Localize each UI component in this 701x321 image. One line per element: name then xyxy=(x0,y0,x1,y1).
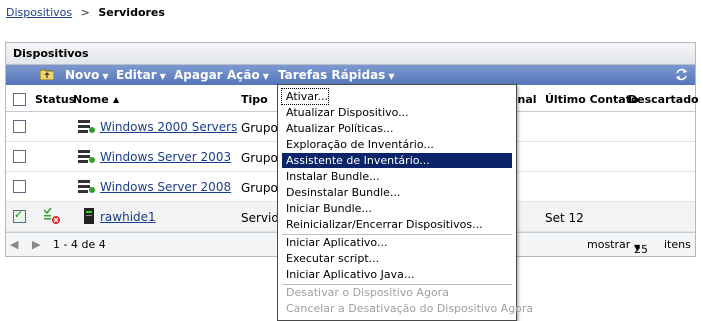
row-type: Grupo xyxy=(241,181,278,195)
row-type: Grupo xyxy=(241,151,278,165)
items-label: itens xyxy=(664,238,691,251)
menu-item-inventory-wizard[interactable]: Assistente de Inventário... xyxy=(282,153,512,168)
row-name-link[interactable]: Windows 2000 Servers xyxy=(100,120,237,134)
edit-label: Editar xyxy=(116,68,157,82)
new-label: Novo xyxy=(65,68,100,82)
folder-up-icon[interactable] xyxy=(40,68,54,80)
row-name-link[interactable]: Windows Server 2008 xyxy=(100,180,231,194)
select-all-checkbox[interactable] xyxy=(13,93,26,106)
breadcrumb-current: Servidores xyxy=(98,6,165,19)
menu-item-uninstall-bundle[interactable]: Desinstalar Bundle... xyxy=(282,185,512,200)
menu-item-reboot-shutdown[interactable]: Reinicializar/Encerrar Dispositivos... xyxy=(282,217,512,232)
menu-item-cancel-deactivation: Cancelar a Desativação do Dispositivo Ag… xyxy=(286,302,534,315)
row-name-link[interactable]: rawhide1 xyxy=(100,210,156,224)
edit-menu-button[interactable]: Editar ▼ xyxy=(116,68,166,82)
action-label: Ação xyxy=(227,68,260,82)
row-checkbox[interactable] xyxy=(13,208,26,223)
delete-button[interactable]: Apagar xyxy=(174,68,223,82)
breadcrumb-devices-link[interactable]: Dispositivos xyxy=(6,6,72,19)
menu-item-update-device[interactable]: Atualizar Dispositivo... xyxy=(282,105,512,120)
row-type: Servid xyxy=(241,211,279,225)
chevron-down-icon: ▼ xyxy=(102,72,109,81)
column-name[interactable]: Nome xyxy=(73,93,109,106)
column-last-contact[interactable]: Último Contato xyxy=(545,93,639,106)
sort-ascending-icon[interactable]: ▲ xyxy=(113,95,119,104)
row-type: Grupo xyxy=(241,121,278,135)
page-size-label: mostrar xyxy=(587,238,631,251)
chevron-down-icon: ▼ xyxy=(634,243,641,252)
first-page-icon[interactable]: ◀ xyxy=(10,238,18,251)
row-checkbox[interactable] xyxy=(13,180,26,193)
quick-tasks-menu: Ativar... Atualizar Dispositivo... Atual… xyxy=(277,84,534,321)
column-type[interactable]: Tipo xyxy=(241,93,268,106)
quick-tasks-label: Tarefas Rápidas xyxy=(278,68,386,82)
action-menu-button[interactable]: Ação ▼ xyxy=(227,68,269,82)
row-checkbox[interactable] xyxy=(13,120,26,133)
column-discarded[interactable]: Descartado xyxy=(628,93,699,106)
refresh-icon[interactable] xyxy=(674,67,689,82)
column-status[interactable]: Status xyxy=(35,93,75,106)
breadcrumb-separator: > xyxy=(80,6,90,19)
breadcrumb: Dispositivos > Servidores xyxy=(6,6,165,19)
server-group-icon xyxy=(78,150,95,163)
chevron-down-icon: ▼ xyxy=(262,72,269,81)
chevron-down-icon: ▼ xyxy=(388,72,395,81)
menu-item-launch-java-app[interactable]: Iniciar Aplicativo Java... xyxy=(282,267,512,282)
status-error-icon xyxy=(43,207,60,224)
row-name-link[interactable]: Windows Server 2003 xyxy=(100,150,231,164)
chevron-down-icon: ▼ xyxy=(159,72,166,81)
new-menu-button[interactable]: Novo ▼ xyxy=(65,68,109,82)
row-last-contact: Set 12 xyxy=(545,211,584,225)
next-page-icon[interactable]: ▶ xyxy=(32,238,40,251)
toolbar: Novo ▼ Editar ▼ Apagar Ação ▼ Tarefas Rápid… xyxy=(6,65,695,85)
panel-title: Dispositivos xyxy=(6,43,695,65)
menu-item-deactivate-now: Desativar o Dispositivo Agora xyxy=(286,286,449,299)
server-group-icon xyxy=(78,180,95,193)
menu-item-update-policies[interactable]: Atualizar Políticas... xyxy=(282,121,512,136)
menu-item-activate[interactable]: Ativar... xyxy=(281,88,329,105)
menu-item-run-script[interactable]: Executar script... xyxy=(282,251,512,266)
menu-item-launch-bundle[interactable]: Iniciar Bundle... xyxy=(282,201,512,216)
quick-tasks-menu-button[interactable]: Tarefas Rápidas ▼ xyxy=(278,68,394,82)
row-checkbox[interactable] xyxy=(13,150,26,163)
server-group-icon xyxy=(78,120,95,133)
server-icon xyxy=(84,208,94,224)
menu-item-launch-application[interactable]: Iniciar Aplicativo... xyxy=(282,235,512,250)
menu-item-inventory-scan[interactable]: Exploração de Inventário... xyxy=(282,137,512,152)
pagination-range: 1 - 4 de 4 xyxy=(53,238,106,251)
menu-item-install-bundle[interactable]: Instalar Bundle... xyxy=(282,169,512,184)
